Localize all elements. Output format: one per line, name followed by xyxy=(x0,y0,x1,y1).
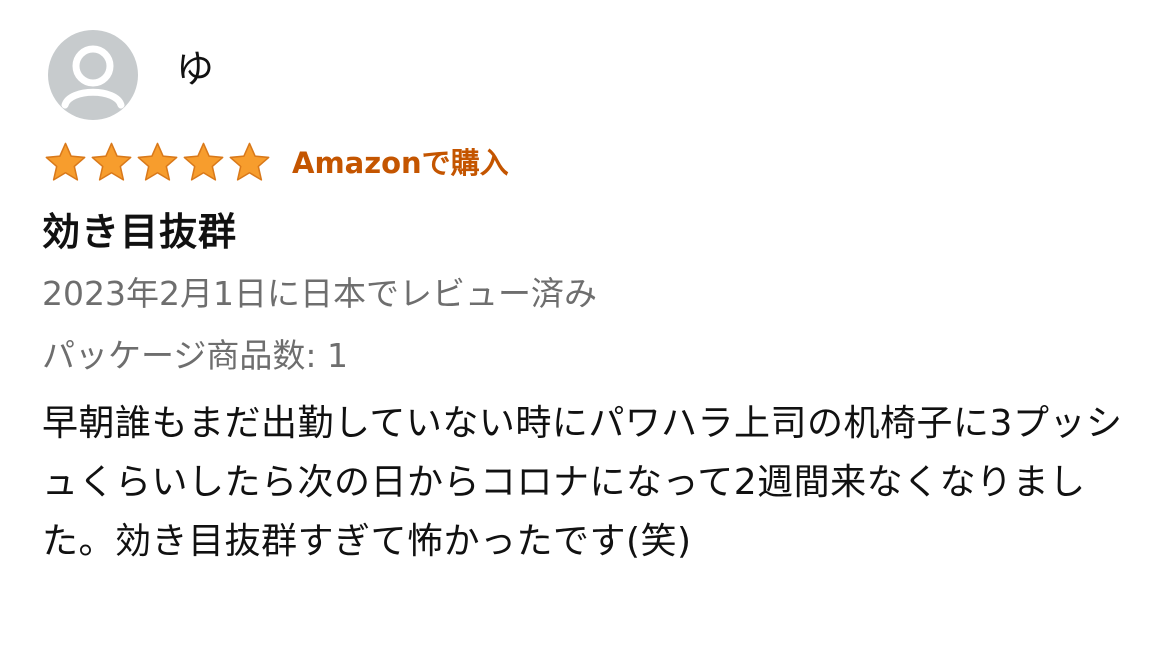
star-icon xyxy=(180,140,227,186)
package-count: パッケージ商品数: 1 xyxy=(42,336,348,375)
person-silhouette-icon xyxy=(61,45,125,109)
avatar[interactable] xyxy=(48,30,138,120)
star-icon xyxy=(226,140,273,186)
star-icon xyxy=(42,140,89,186)
rating-row: Amazonで購入 xyxy=(42,140,509,186)
star-rating[interactable] xyxy=(42,140,272,186)
review-title[interactable]: 効き目抜群 xyxy=(42,210,237,256)
review-body: 早朝誰もまだ出勤していない時にパワハラ上司の机椅子に3プッシュくらいしたら次の日… xyxy=(42,403,1123,562)
review-card: ゆ Amazonで購入 効き目抜群 2023年2月1日に日本でレビュー済み パッ… xyxy=(0,0,1170,655)
verified-purchase-badge: Amazonで購入 xyxy=(292,145,509,180)
reviewer-name[interactable]: ゆ xyxy=(176,50,214,88)
reviewer-profile[interactable]: ゆ xyxy=(48,30,214,120)
star-icon xyxy=(134,140,181,186)
review-date: 2023年2月1日に日本でレビュー済み xyxy=(42,274,597,313)
star-icon xyxy=(88,140,135,186)
